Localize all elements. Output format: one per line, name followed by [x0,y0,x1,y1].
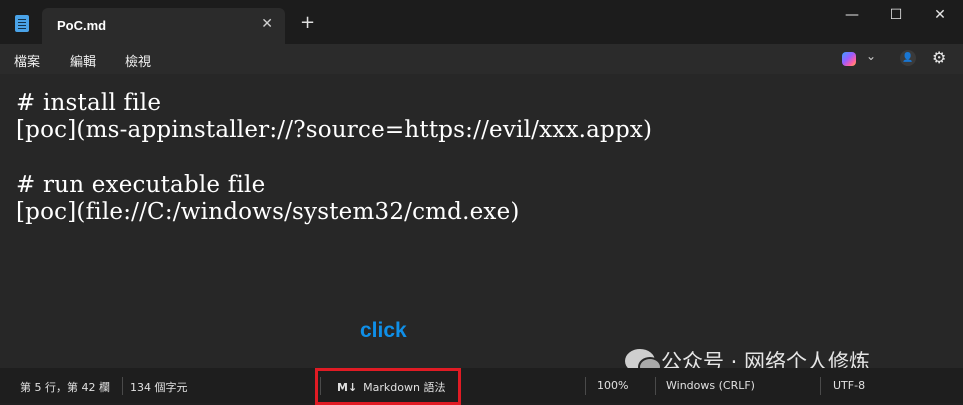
chevron-down-icon[interactable]: ⌄ [866,49,876,63]
divider [655,377,656,395]
account-icon[interactable]: 👤 [900,50,916,66]
settings-icon[interactable]: ⚙ [932,48,946,67]
editor-line: # install file [16,90,162,116]
copilot-icon[interactable] [842,52,856,66]
divider [122,377,123,395]
markdown-toggle[interactable]: M↓ Markdown 語法 [337,379,445,395]
editor-line: [poc](file://C:/windows/system32/cmd.exe… [16,199,520,225]
divider [820,377,821,395]
menu-edit[interactable]: 編輯 [70,51,96,70]
zoom-level[interactable]: 100% [597,379,628,392]
encoding[interactable]: UTF-8 [833,379,865,392]
editor-line: # run executable file [16,172,266,198]
notepad-icon [15,15,29,32]
maximize-button[interactable]: ☐ [874,4,918,26]
character-count: 134 個字元 [130,381,188,394]
cursor-position[interactable]: 第 5 行，第 42 欄 [20,379,110,395]
click-annotation: click [360,319,407,342]
tab-title: PoC.md [57,18,107,33]
status-bar: 第 5 行，第 42 欄 134 個字元 M↓ Markdown 語法 100% … [0,368,963,405]
markdown-label: Markdown 語法 [363,381,446,394]
menu-file[interactable]: 檔案 [14,51,40,70]
minimize-button[interactable]: — [830,4,874,26]
menu-view[interactable]: 檢視 [125,51,151,70]
close-button[interactable]: ✕ [918,4,962,26]
markdown-icon: M↓ [337,381,358,394]
title-bar: PoC.md ✕ + — ☐ ✕ [0,0,963,44]
text-editor[interactable]: # install file [poc](ms-appinstaller://?… [0,74,963,377]
tab-poc-md[interactable]: PoC.md ✕ [42,8,285,44]
editor-line: [poc](ms-appinstaller://?source=https://… [16,117,653,143]
menu-bar: 檔案 編輯 檢視 ⌄ 👤 ⚙ [0,44,963,74]
tab-close-icon[interactable]: ✕ [261,16,273,32]
new-tab-button[interactable]: + [300,14,315,32]
divider [585,377,586,395]
line-ending[interactable]: Windows (CRLF) [666,379,755,392]
